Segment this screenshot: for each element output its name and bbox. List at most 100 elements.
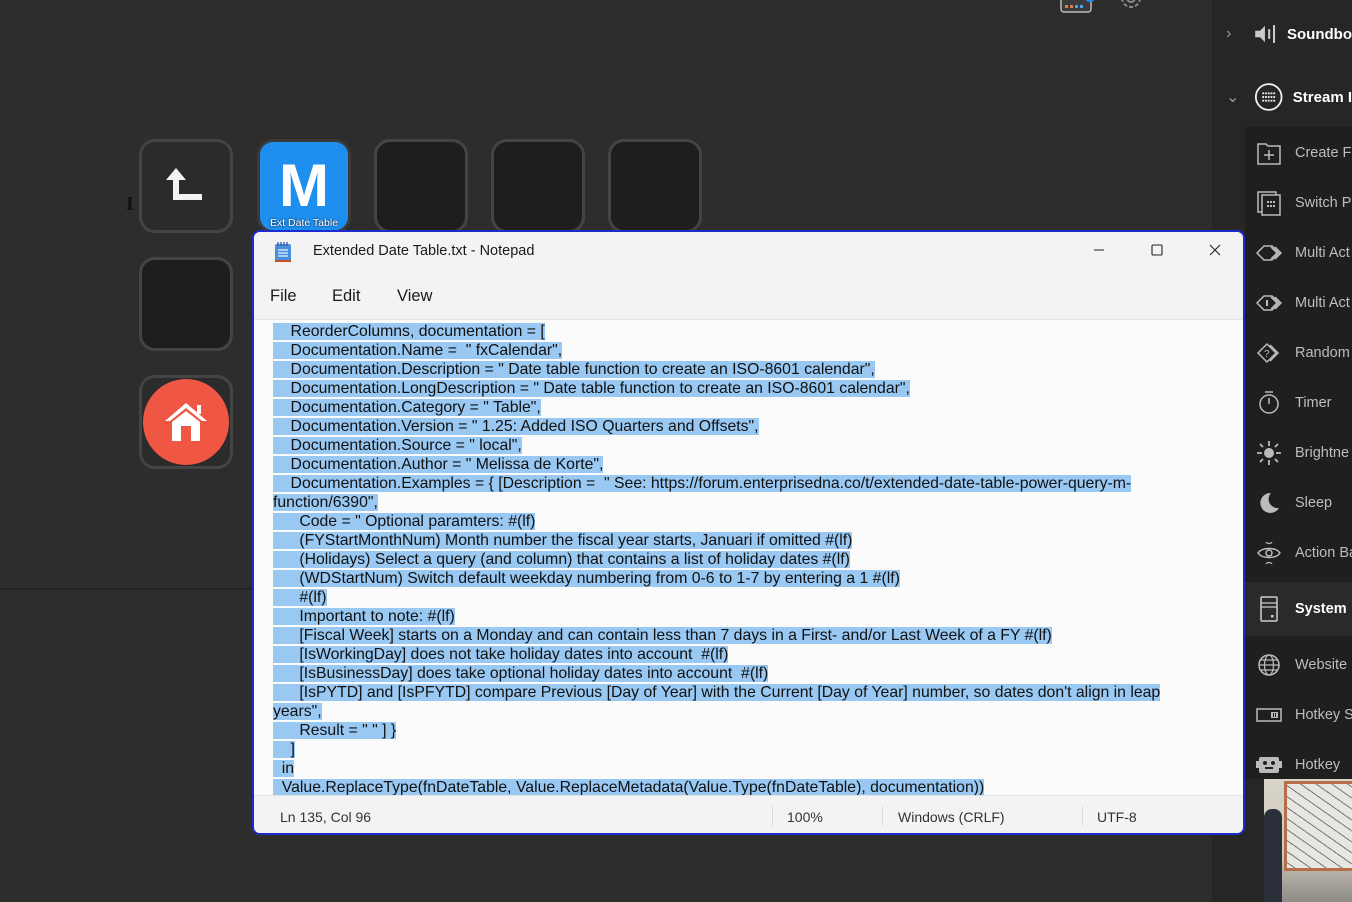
action-label: Hotkey xyxy=(1295,757,1341,773)
empty-key[interactable] xyxy=(139,257,233,351)
action-random[interactable]: ? Random xyxy=(1245,328,1352,378)
action-label: Sleep xyxy=(1295,495,1333,511)
home-key[interactable] xyxy=(139,375,233,469)
action-label: Switch Pr xyxy=(1295,195,1352,211)
text-line: Documentation.Examples = { [Description … xyxy=(273,474,1213,493)
text-line: years", xyxy=(273,702,1213,721)
sleep-icon xyxy=(1260,492,1279,513)
selected-text: in xyxy=(273,760,295,777)
empty-key[interactable] xyxy=(374,139,468,233)
text-editor[interactable]: ReorderColumns, documentation = [ Docume… xyxy=(254,319,1243,795)
canvas-divider xyxy=(0,588,252,590)
action-label: Multi Act xyxy=(1295,245,1350,261)
notepad-window: Extended Date Table.txt - Notepad File E… xyxy=(252,230,1245,835)
selected-text: Documentation.Category = " Table", xyxy=(273,399,541,416)
maximize-button[interactable] xyxy=(1128,232,1186,268)
empty-key[interactable] xyxy=(608,139,702,233)
action-label: Random xyxy=(1295,345,1350,361)
action-label: Action Ba xyxy=(1295,545,1352,561)
text-line: (FYStartMonthNum) Month number the fisca… xyxy=(273,531,1213,550)
title-bar[interactable]: Extended Date Table.txt - Notepad xyxy=(254,232,1243,272)
hotkey-switch-icon xyxy=(1256,708,1282,722)
action-multi-action-switch[interactable]: Multi Act xyxy=(1245,278,1352,328)
globe-icon xyxy=(1258,654,1280,676)
selected-text: [IsPYTD] and [IsPFYTD] compare Previous … xyxy=(273,684,1161,701)
svg-text:?: ? xyxy=(1264,349,1270,360)
selected-text: function/6390", xyxy=(273,494,378,511)
text-line: Documentation.Category = " Table", xyxy=(273,398,1213,417)
ext-date-table-key[interactable]: M Ext Date Table xyxy=(257,139,351,233)
settings-icon[interactable] xyxy=(1118,0,1152,14)
selected-text: Documentation.LongDescription = " Date t… xyxy=(273,380,910,397)
action-brightness[interactable]: Brightne xyxy=(1245,428,1352,478)
category-stream-deck[interactable]: ⌄ Stream I xyxy=(1212,67,1352,127)
action-timer[interactable]: Timer xyxy=(1245,378,1352,428)
action-action-bar[interactable]: Action Ba xyxy=(1245,528,1352,578)
minimize-button[interactable] xyxy=(1070,232,1128,268)
text-line: [IsBusinessDay] does take optional holid… xyxy=(273,664,1213,683)
action-label: Hotkey S xyxy=(1295,707,1352,723)
action-website[interactable]: Website xyxy=(1245,640,1352,690)
webcam-overlay xyxy=(1264,779,1352,902)
action-label: Timer xyxy=(1295,395,1332,411)
home-icon xyxy=(165,403,207,441)
keyboard-icon[interactable] xyxy=(1060,0,1095,14)
action-sleep[interactable]: Sleep xyxy=(1245,478,1352,528)
selected-text: Code = " Optional paramters: #(lf) xyxy=(273,513,536,530)
folder-plus-icon xyxy=(1257,143,1281,165)
key-label: Ext Date Table xyxy=(269,217,339,229)
menu-file[interactable]: File xyxy=(270,287,297,306)
back-arrow-icon xyxy=(166,168,202,200)
action-switch-profile[interactable]: Switch Pr xyxy=(1245,178,1352,228)
multi-action-icon xyxy=(1256,245,1282,261)
text-line: (Holidays) Select a query (and column) t… xyxy=(273,550,1213,569)
selected-text: Documentation.Source = " local", xyxy=(273,437,522,454)
text-line: Important to note: #(lf) xyxy=(273,607,1213,626)
selected-text: Documentation.Description = " Date table… xyxy=(273,361,875,378)
category-system[interactable]: System xyxy=(1245,582,1352,636)
selected-text: (Holidays) Select a query (and column) t… xyxy=(273,551,850,568)
action-hotkey-switch[interactable]: Hotkey S xyxy=(1245,690,1352,740)
text-line: Documentation.Name = " fxCalendar", xyxy=(273,341,1213,360)
text-line: in xyxy=(273,759,1213,778)
menu-bar: File Edit View xyxy=(254,272,1243,345)
menu-edit[interactable]: Edit xyxy=(332,287,360,306)
selected-text: Important to note: #(lf) xyxy=(273,608,455,625)
action-create-folder[interactable]: Create Fo xyxy=(1245,128,1352,178)
zoom-level[interactable]: 100% xyxy=(787,809,823,825)
chevron-right-icon: › xyxy=(1226,25,1232,42)
category-label: Stream I xyxy=(1292,88,1352,106)
selected-text: [IsWorkingDay] does not take holiday dat… xyxy=(273,646,729,663)
line-ending[interactable]: Windows (CRLF) xyxy=(898,809,1005,825)
selected-text: ReorderColumns, documentation = [ xyxy=(273,323,545,340)
selected-text: Documentation.Author = " Melissa de Kort… xyxy=(273,456,604,473)
selected-text: #(lf) xyxy=(273,589,327,606)
selected-text: (WDStartNum) Switch default weekday numb… xyxy=(273,570,900,587)
action-label: Create Fo xyxy=(1295,145,1352,161)
switch-profile-icon xyxy=(1257,191,1281,216)
empty-key[interactable] xyxy=(491,139,585,233)
back-key[interactable] xyxy=(139,139,233,233)
text-line: [IsWorkingDay] does not take holiday dat… xyxy=(273,645,1213,664)
category-label: Soundbo xyxy=(1287,25,1352,43)
brightness-icon xyxy=(1257,441,1281,465)
random-action-icon: ? xyxy=(1256,342,1280,364)
text-line: Documentation.LongDescription = " Date t… xyxy=(273,379,1213,398)
minimize-icon xyxy=(1094,249,1104,251)
status-bar: Ln 135, Col 96 100% Windows (CRLF) UTF-8 xyxy=(254,795,1243,833)
multi-action-switch-icon xyxy=(1256,295,1282,311)
text-line: Documentation.Description = " Date table… xyxy=(273,360,1213,379)
action-label: Website xyxy=(1295,657,1348,673)
maximize-icon xyxy=(1151,244,1163,256)
text-line: Documentation.Source = " local", xyxy=(273,436,1213,455)
menu-view[interactable]: View xyxy=(397,287,432,306)
selected-text: Value.ReplaceType(fnDateTable, Value.Rep… xyxy=(273,779,985,795)
close-button[interactable] xyxy=(1186,232,1243,268)
text-line: ] xyxy=(273,740,1213,759)
encoding[interactable]: UTF-8 xyxy=(1097,809,1137,825)
text-line: ReorderColumns, documentation = [ xyxy=(273,322,1213,341)
category-soundboard[interactable]: › Soundbo xyxy=(1212,4,1352,64)
action-multi-action[interactable]: Multi Act xyxy=(1245,228,1352,278)
action-label: Brightne xyxy=(1295,445,1350,461)
notepad-icon xyxy=(275,242,291,262)
